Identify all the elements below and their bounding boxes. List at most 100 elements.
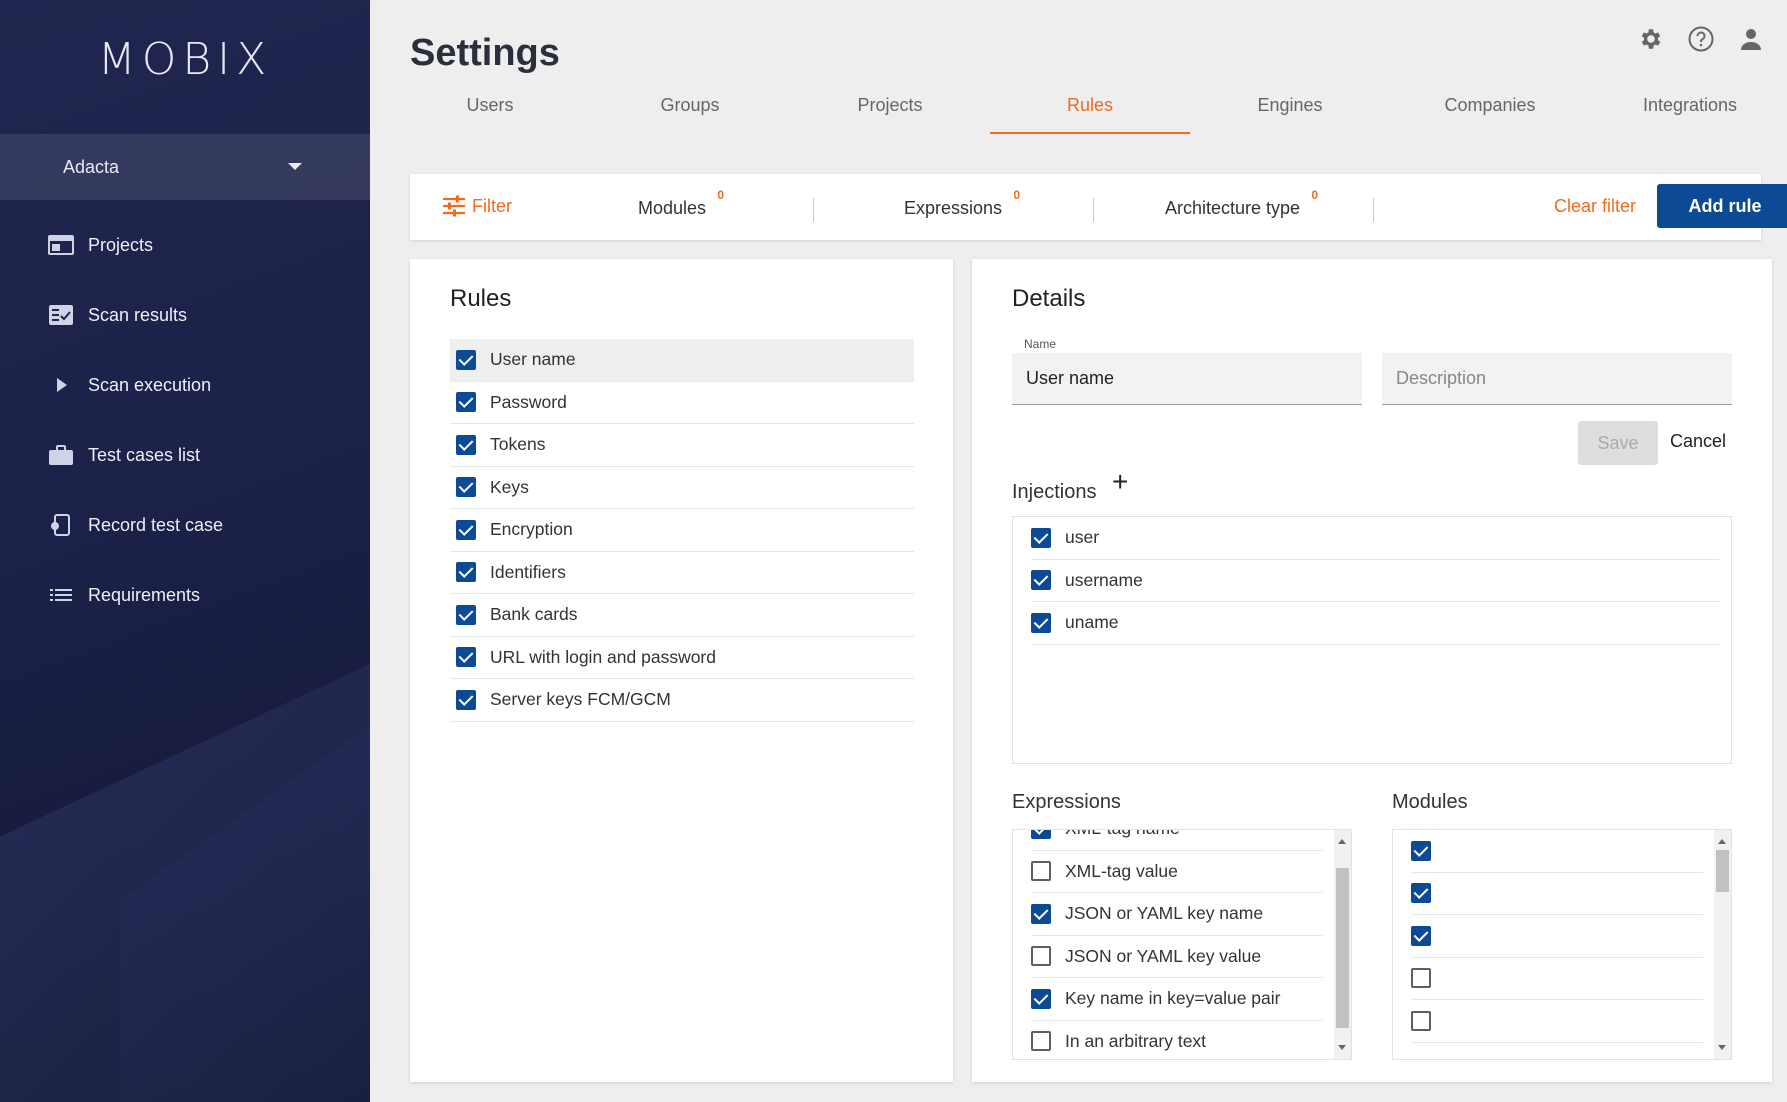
rule-checkbox[interactable] [456, 477, 476, 498]
sidebar-item-test-cases[interactable]: Test cases list [0, 420, 370, 490]
tab-groups[interactable]: Groups [590, 84, 790, 134]
expression-label: JSON or YAML key value [1065, 945, 1262, 966]
module-row[interactable] [1411, 830, 1703, 873]
expression-row[interactable]: Key name in key=value pair [1031, 978, 1323, 1021]
scroll-up-arrow-icon[interactable] [1338, 839, 1346, 844]
expression-checkbox[interactable] [1031, 988, 1051, 1009]
rule-row[interactable]: Bank cards [450, 594, 914, 637]
filter-chip-expressions[interactable]: Expressions 0 [904, 188, 1020, 219]
module-row[interactable] [1411, 1000, 1703, 1043]
expression-row[interactable]: XML-tag name [1031, 830, 1323, 851]
rule-checkbox[interactable] [456, 434, 476, 455]
gear-icon[interactable] [1637, 24, 1665, 54]
tab-rules[interactable]: Rules [990, 84, 1190, 134]
description-field [1382, 353, 1732, 405]
injection-checkbox[interactable] [1031, 570, 1051, 591]
module-checkbox[interactable] [1411, 883, 1431, 904]
rule-checkbox[interactable] [456, 392, 476, 413]
add-rule-button[interactable]: Add rule [1657, 184, 1787, 228]
company-selector[interactable]: Adacta [0, 134, 370, 200]
scan-results-icon [48, 304, 74, 326]
module-checkbox[interactable] [1411, 968, 1431, 989]
rule-row[interactable]: Encryption [450, 509, 914, 552]
sidebar-item-record-test-case[interactable]: Record test case [0, 490, 370, 560]
expressions-scrollbar[interactable] [1334, 830, 1351, 1059]
expression-row[interactable]: JSON or YAML key value [1031, 936, 1323, 978]
expression-row[interactable]: JSON or YAML key name [1031, 893, 1323, 936]
modules-list [1392, 829, 1732, 1060]
rule-checkbox[interactable] [456, 647, 476, 668]
rule-row[interactable]: Password [450, 382, 914, 424]
rule-checkbox[interactable] [456, 519, 476, 540]
expression-checkbox[interactable] [1031, 861, 1051, 882]
tab-projects[interactable]: Projects [790, 84, 990, 134]
filter-chip-modules[interactable]: Modules 0 [638, 188, 724, 219]
modules-scrollbar[interactable] [1714, 830, 1731, 1059]
scroll-down-arrow-icon[interactable] [1338, 1045, 1346, 1050]
rule-row[interactable]: Keys [450, 467, 914, 509]
injection-checkbox[interactable] [1031, 612, 1051, 633]
scroll-thumb[interactable] [1336, 868, 1349, 1028]
sidebar-item-projects[interactable]: Projects [0, 210, 370, 280]
module-checkbox[interactable] [1411, 1010, 1431, 1031]
rule-checkbox[interactable] [456, 689, 476, 710]
rule-row[interactable]: Server keys FCM/GCM [450, 679, 914, 722]
expressions-list: XML-tag name XML-tag value JSON or YAML … [1012, 829, 1352, 1060]
sidebar-item-label: Test cases list [88, 444, 201, 465]
tab-users[interactable]: Users [390, 84, 590, 134]
injection-row[interactable]: uname [1031, 602, 1719, 645]
expression-row[interactable]: In an arbitrary text [1031, 1021, 1323, 1060]
tab-companies[interactable]: Companies [1390, 84, 1590, 134]
company-name: Adacta [63, 156, 120, 177]
filter-button[interactable]: Filter [442, 194, 512, 218]
injection-row[interactable]: username [1031, 560, 1719, 602]
sidebar-item-scan-results[interactable]: Scan results [0, 280, 370, 350]
help-icon[interactable] [1687, 24, 1715, 54]
rule-checkbox[interactable] [456, 349, 476, 370]
expression-row[interactable]: XML-tag value [1031, 851, 1323, 893]
expression-checkbox[interactable] [1031, 946, 1051, 967]
rule-row[interactable]: Tokens [450, 424, 914, 467]
rule-checkbox[interactable] [456, 604, 476, 625]
module-checkbox[interactable] [1411, 840, 1431, 861]
chip-count: 0 [717, 188, 725, 202]
save-button[interactable]: Save [1578, 421, 1658, 465]
module-row[interactable] [1411, 915, 1703, 958]
sidebar-nav: Projects Scan results Scan execution Tes… [0, 210, 370, 630]
rule-row[interactable]: User name [450, 339, 914, 382]
add-injection-icon[interactable]: + [1112, 468, 1128, 496]
clear-filter-button[interactable]: Clear filter [1554, 196, 1636, 217]
injection-checkbox[interactable] [1031, 527, 1051, 548]
rule-row[interactable]: URL with login and password [450, 637, 914, 679]
name-field-label: Name [1024, 337, 1057, 351]
expression-checkbox[interactable] [1031, 1031, 1051, 1052]
module-checkbox[interactable] [1411, 925, 1431, 946]
rule-checkbox[interactable] [456, 562, 476, 583]
scroll-down-arrow-icon[interactable] [1718, 1045, 1726, 1050]
expression-checkbox[interactable] [1031, 903, 1051, 924]
tab-engines[interactable]: Engines [1190, 84, 1390, 134]
filter-chip-architecture-type[interactable]: Architecture type 0 [1165, 188, 1318, 219]
filter-bar: Filter Modules 0 Expressions 0 Architect… [410, 174, 1787, 240]
sidebar-item-scan-execution[interactable]: Scan execution [0, 350, 370, 420]
description-input[interactable] [1382, 353, 1732, 404]
sidebar-item-requirements[interactable]: Requirements [0, 560, 370, 630]
name-input[interactable] [1012, 353, 1362, 404]
rule-row[interactable]: Identifiers [450, 552, 914, 594]
module-row[interactable] [1411, 958, 1703, 1000]
rule-label: Identifiers [490, 561, 566, 582]
scroll-thumb[interactable] [1716, 850, 1729, 892]
scroll-up-arrow-icon[interactable] [1718, 839, 1726, 844]
tab-integrations[interactable]: Integrations [1590, 84, 1787, 134]
sidebar-item-label: Scan results [88, 304, 188, 325]
cancel-button[interactable]: Cancel [1670, 431, 1726, 452]
rule-label: Tokens [490, 434, 546, 455]
user-icon[interactable] [1737, 24, 1765, 54]
injection-row[interactable]: user [1031, 517, 1719, 560]
rule-label: Bank cards [490, 604, 578, 625]
chip-count: 0 [1311, 188, 1319, 202]
header-actions [1637, 24, 1765, 54]
rule-label: Password [490, 391, 567, 412]
expression-checkbox[interactable] [1031, 830, 1051, 839]
module-row[interactable] [1411, 873, 1703, 915]
